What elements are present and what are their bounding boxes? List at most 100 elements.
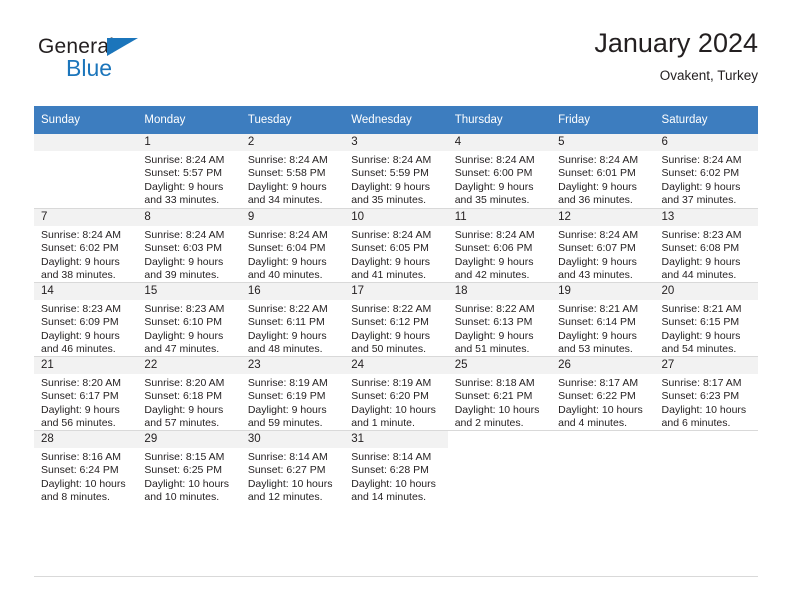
calendar-cell: 6 Sunrise: 8:24 AM Sunset: 6:02 PM Daylight…: [654, 134, 758, 208]
day-cell[interactable]: 25 Sunrise: 8:18 AM Sunset: 6:21 PM Dayligh…: [447, 356, 552, 431]
day-number: 22: [137, 357, 241, 374]
day-cell[interactable]: 29 Sunrise: 8:15 AM Sunset: 6:25 PM Dayligh…: [137, 430, 241, 504]
day-detail-line: and 53 minutes.: [558, 343, 633, 356]
day-cell[interactable]: 13 Sunrise: 8:23 AM Sunset: 6:08 PM Dayligh…: [654, 208, 758, 282]
day-detail-line: Sunset: 6:27 PM: [247, 464, 326, 477]
calendar-week-row: 7 Sunrise: 8:24 AM Sunset: 6:02 PM Daylight…: [34, 208, 758, 282]
day-number: 8: [137, 209, 241, 226]
day-detail-line: Sunrise: 8:24 AM: [144, 229, 225, 241]
day-detail-line: Sunset: 5:58 PM: [247, 167, 326, 180]
day-detail-line: Sunset: 6:05 PM: [351, 242, 429, 255]
day-cell[interactable]: 15 Sunrise: 8:23 AM Sunset: 6:10 PM Dayligh…: [137, 282, 241, 356]
day-cell[interactable]: 16 Sunrise: 8:22 AM Sunset: 6:11 PM Dayligh…: [240, 282, 345, 356]
day-detail-line: Daylight: 9 hours: [41, 329, 120, 342]
day-details: Sunrise: 8:14 AM Sunset: 6:27 PM Daylight:…: [241, 448, 344, 505]
day-detail-line: Sunrise: 8:21 AM: [558, 303, 639, 315]
day-number: 11: [447, 209, 552, 226]
day-detail-line: Daylight: 10 hours: [454, 403, 540, 416]
day-cell[interactable]: 20 Sunrise: 8:21 AM Sunset: 6:15 PM Dayligh…: [654, 282, 758, 356]
day-detail-line: Daylight: 10 hours: [247, 477, 333, 490]
day-cell[interactable]: 19 Sunrise: 8:21 AM Sunset: 6:14 PM Dayligh…: [551, 282, 655, 356]
day-detail-line: Sunset: 6:06 PM: [454, 242, 533, 255]
day-cell[interactable]: 31 Sunrise: 8:14 AM Sunset: 6:28 PM Dayligh…: [344, 430, 448, 505]
day-details: Sunrise: 8:18 AM Sunset: 6:21 PM Daylight:…: [448, 374, 551, 431]
general-blue-logo[interactable]: General Blue: [38, 36, 208, 92]
day-cell[interactable]: 17 Sunrise: 8:22 AM Sunset: 6:12 PM Dayligh…: [344, 282, 448, 356]
day-detail-line: Sunset: 6:19 PM: [247, 390, 326, 403]
day-details: Sunrise: 8:17 AM Sunset: 6:23 PM Daylight:…: [655, 374, 758, 431]
day-cell[interactable]: 26 Sunrise: 8:17 AM Sunset: 6:22 PM Dayligh…: [551, 356, 655, 430]
day-cell[interactable]: 12 Sunrise: 8:24 AM Sunset: 6:07 PM Dayligh…: [551, 208, 655, 283]
day-cell[interactable]: 23 Sunrise: 8:19 AM Sunset: 6:19 PM Dayligh…: [240, 356, 345, 431]
day-detail-line: Sunrise: 8:20 AM: [41, 377, 121, 389]
day-details: Sunrise: 8:19 AM Sunset: 6:19 PM Daylight:…: [241, 374, 344, 431]
day-cell[interactable]: 21 Sunrise: 8:20 AM Sunset: 6:17 PM Dayligh…: [34, 356, 138, 430]
day-detail-line: Sunset: 6:15 PM: [661, 316, 740, 329]
day-detail-line: and 41 minutes.: [351, 269, 426, 282]
day-cell[interactable]: 8 Sunrise: 8:24 AM Sunset: 6:03 PM Daylight…: [137, 208, 241, 282]
day-detail-line: and 43 minutes.: [558, 269, 633, 282]
calendar-cell: 1 Sunrise: 8:24 AM Sunset: 5:57 PM Daylight…: [137, 134, 241, 208]
day-cell[interactable]: 24 Sunrise: 8:19 AM Sunset: 6:20 PM Dayligh…: [344, 356, 448, 430]
day-cell[interactable]: 10 Sunrise: 8:24 AM Sunset: 6:05 PM Dayligh…: [344, 208, 448, 282]
day-details: Sunrise: 8:24 AM Sunset: 6:02 PM Daylight:…: [655, 151, 758, 208]
grid-bottom-border: [34, 576, 758, 577]
day-number: 9: [240, 209, 345, 226]
day-cell[interactable]: 22 Sunrise: 8:20 AM Sunset: 6:18 PM Dayligh…: [137, 356, 241, 431]
day-number: 24: [344, 357, 448, 374]
day-detail-line: and 40 minutes.: [247, 269, 323, 282]
day-detail-line: Sunset: 6:00 PM: [454, 167, 533, 180]
day-details: Sunrise: 8:20 AM Sunset: 6:18 PM Daylight:…: [137, 374, 240, 431]
calendar-cell: 7 Sunrise: 8:24 AM Sunset: 6:02 PM Daylight…: [34, 208, 138, 282]
day-detail-line: Daylight: 9 hours: [351, 180, 431, 193]
day-cell[interactable]: 30 Sunrise: 8:14 AM Sunset: 6:27 PM Dayligh…: [240, 430, 345, 505]
weekday-header-sunday: Sunday: [34, 106, 138, 134]
day-detail-line: Sunrise: 8:24 AM: [144, 154, 225, 166]
day-cell[interactable]: 2 Sunrise: 8:24 AM Sunset: 5:58 PM Daylight…: [240, 134, 345, 208]
day-detail-line: Daylight: 9 hours: [41, 255, 120, 268]
day-number: 25: [447, 357, 552, 374]
day-details: Sunrise: 8:24 AM Sunset: 6:07 PM Daylight:…: [551, 226, 654, 283]
calendar-cell: 12 Sunrise: 8:24 AM Sunset: 6:07 PM Dayligh…: [551, 208, 655, 283]
calendar-cell: 25 Sunrise: 8:18 AM Sunset: 6:21 PM Dayligh…: [447, 356, 552, 431]
day-number: 27: [654, 357, 758, 374]
calendar-cell: 23 Sunrise: 8:19 AM Sunset: 6:19 PM Dayligh…: [240, 356, 345, 431]
calendar-cell: 14 Sunrise: 8:23 AM Sunset: 6:09 PM Dayligh…: [34, 282, 138, 356]
day-cell[interactable]: 4 Sunrise: 8:24 AM Sunset: 6:00 PM Daylight…: [447, 134, 552, 208]
day-cell[interactable]: 5 Sunrise: 8:24 AM Sunset: 6:01 PM Daylight…: [551, 134, 655, 208]
day-cell[interactable]: 11 Sunrise: 8:24 AM Sunset: 6:06 PM Dayligh…: [447, 208, 552, 282]
day-cell[interactable]: 1 Sunrise: 8:24 AM Sunset: 5:57 PM Daylight…: [137, 134, 241, 208]
day-cell[interactable]: 6 Sunrise: 8:24 AM Sunset: 6:02 PM Daylight…: [654, 134, 758, 208]
day-number: 2: [240, 134, 345, 151]
day-cell[interactable]: 18 Sunrise: 8:22 AM Sunset: 6:13 PM Dayligh…: [447, 282, 552, 356]
day-details: Sunrise: 8:24 AM Sunset: 5:58 PM Daylight:…: [241, 151, 344, 208]
day-cell[interactable]: 7 Sunrise: 8:24 AM Sunset: 6:02 PM Daylight…: [34, 208, 138, 282]
day-detail-line: Daylight: 9 hours: [144, 403, 224, 416]
day-number: 1: [137, 134, 241, 151]
day-detail-line: Daylight: 9 hours: [351, 329, 431, 342]
logo-text-general: General: [38, 35, 115, 58]
calendar-cell: 29 Sunrise: 8:15 AM Sunset: 6:25 PM Dayligh…: [137, 430, 241, 504]
page-header: General Blue January 2024 Ovakent, Turke…: [34, 28, 758, 100]
day-cell[interactable]: 9 Sunrise: 8:24 AM Sunset: 6:04 PM Daylight…: [240, 208, 345, 282]
day-details: Sunrise: 8:24 AM Sunset: 6:00 PM Daylight:…: [448, 151, 551, 208]
calendar-cell: 28 Sunrise: 8:16 AM Sunset: 6:24 PM Dayligh…: [34, 430, 138, 504]
calendar-page: General Blue January 2024 Ovakent, Turke…: [0, 0, 792, 612]
day-detail-line: Sunrise: 8:19 AM: [247, 377, 328, 389]
day-detail-line: Sunset: 6:08 PM: [661, 242, 740, 255]
day-cell[interactable]: 14 Sunrise: 8:23 AM Sunset: 6:09 PM Dayligh…: [34, 282, 138, 356]
calendar-cell: 8 Sunrise: 8:24 AM Sunset: 6:03 PM Daylight…: [137, 208, 241, 282]
day-cell[interactable]: 28 Sunrise: 8:16 AM Sunset: 6:24 PM Dayligh…: [34, 430, 138, 504]
day-detail-line: and 50 minutes.: [351, 343, 426, 356]
day-detail-line: Sunrise: 8:23 AM: [144, 303, 225, 315]
calendar-grid: Sunday Monday Tuesday Wednesday Thursday Frid…: [34, 106, 758, 504]
day-cell[interactable]: 3 Sunrise: 8:24 AM Sunset: 5:59 PM Daylight…: [344, 134, 448, 208]
day-details: [34, 151, 137, 154]
day-number: 17: [344, 283, 448, 300]
day-detail-line: Daylight: 9 hours: [558, 255, 637, 268]
logo-triangle-icon: [107, 38, 138, 56]
day-detail-line: Sunset: 6:17 PM: [41, 390, 119, 403]
day-detail-line: and 34 minutes.: [247, 194, 323, 207]
day-cell[interactable]: 27 Sunrise: 8:17 AM Sunset: 6:23 PM Dayligh…: [654, 356, 758, 431]
day-details: Sunrise: 8:14 AM Sunset: 6:28 PM Daylight:…: [344, 448, 447, 505]
